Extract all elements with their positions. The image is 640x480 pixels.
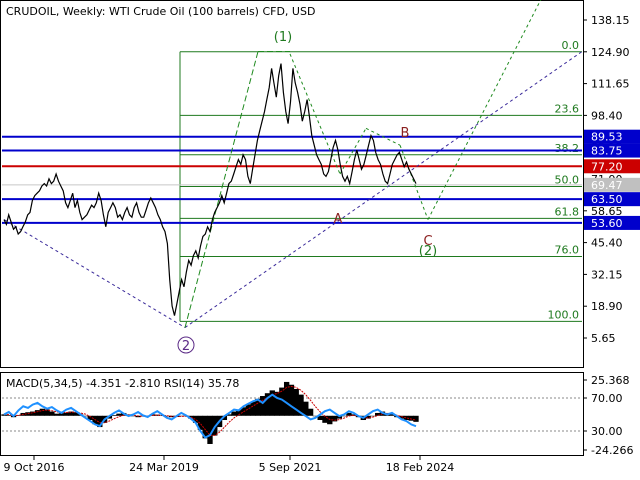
indicator-tick-label: 25.368 <box>591 374 630 387</box>
wave-label: (2) <box>419 244 437 259</box>
price-marker-label: 77.20 <box>591 160 623 173</box>
macd-bar <box>307 408 314 416</box>
macd-bar <box>303 401 309 416</box>
price-marker-label: 83.75 <box>591 145 623 158</box>
fib-level-label: 0.0 <box>562 39 580 52</box>
x-tick-label: 18 Feb 2024 <box>386 461 454 474</box>
price-tick-label: 58.65 <box>591 205 623 218</box>
chart: 0.023.638.250.061.876.0100.0(1)2ABC(2) 1… <box>0 0 640 474</box>
macd-bar <box>49 411 55 416</box>
macd-bar <box>274 391 280 416</box>
price-tick-label: 138.15 <box>591 14 630 27</box>
price-marker-label: 89.53 <box>591 131 623 144</box>
macd-bar <box>39 408 45 416</box>
macd-bar <box>250 401 256 416</box>
macd-bar <box>116 413 122 416</box>
macd-bar <box>370 415 376 417</box>
price-marker-label: 53.60 <box>591 217 623 230</box>
wave-label: B <box>401 126 410 141</box>
price-tick-label: 124.90 <box>591 46 630 59</box>
price-tick-label: 45.40 <box>591 237 623 250</box>
price-tick-label: 32.15 <box>591 268 623 281</box>
fib-level-label: 38.2 <box>555 142 580 155</box>
macd-bar <box>207 415 213 444</box>
x-tick-label: 24 Mar 2019 <box>129 461 199 474</box>
indicator-title: MACD(5,34,5) -4.351 -2.810 RSI(14) 35.78 <box>6 377 239 390</box>
indicator-tick-label: 30.00 <box>591 425 623 438</box>
fib-level-label: 23.6 <box>555 102 580 115</box>
macd-bar <box>54 413 60 416</box>
price-panel-frame <box>0 0 584 368</box>
macd-bar <box>413 415 419 422</box>
price-tick-label: 98.40 <box>591 109 623 122</box>
fib-level-label: 100.0 <box>548 308 580 321</box>
fib-level-label: 76.0 <box>555 244 580 257</box>
fib-level-label: 61.8 <box>555 205 580 218</box>
macd-bar <box>63 412 69 416</box>
x-tick-label: 9 Oct 2016 <box>3 461 64 474</box>
price-tick-label: 5.65 <box>591 332 616 345</box>
x-tick-label: 5 Sep 2021 <box>259 461 322 474</box>
indicator-tick-label: 70.00 <box>591 392 623 405</box>
macd-bar <box>288 384 295 416</box>
wave-label: 2 <box>182 339 190 354</box>
macd-bar <box>231 411 237 416</box>
chart-title: CRUDOIL, Weekly: WTI Crude Oil (100 barr… <box>6 5 315 18</box>
price-marker-label: 69.47 <box>591 179 623 192</box>
wave-label: (1) <box>274 30 292 45</box>
price-marker-label: 63.50 <box>591 193 623 206</box>
wave-label: A <box>334 212 343 227</box>
indicator-tick-label: -24.266 <box>591 444 633 457</box>
price-tick-label: 111.65 <box>591 78 630 91</box>
price-tick-label: 18.90 <box>591 300 623 313</box>
